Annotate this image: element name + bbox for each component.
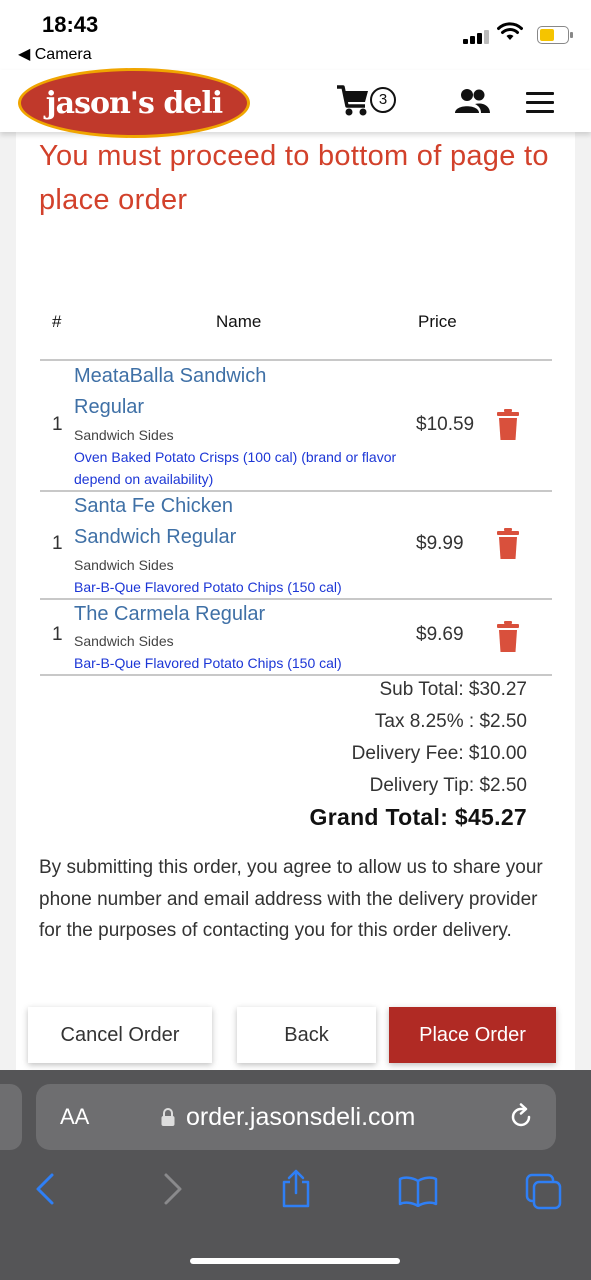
cart-icon[interactable] xyxy=(335,84,371,118)
delivery-fee: Delivery Fee: $10.00 xyxy=(351,743,527,764)
status-time: 18:43 xyxy=(42,12,99,37)
forward-arrow-icon[interactable] xyxy=(162,1172,184,1206)
cart-count-badge[interactable]: 3 xyxy=(370,87,396,113)
item-name-line: Santa Fe Chicken xyxy=(74,495,233,517)
reader-settings-button[interactable]: AA xyxy=(60,1104,89,1130)
item-price: $10.59 xyxy=(416,414,475,435)
url-text[interactable]: order.jasonsdeli.com xyxy=(186,1103,415,1132)
cancel-order-button[interactable]: Cancel Order xyxy=(28,1007,212,1063)
sides-label: Sandwich Sides xyxy=(74,427,174,443)
logo-text: jason's deli xyxy=(45,85,223,121)
sides-label: Sandwich Sides xyxy=(74,557,174,573)
order-warning-text: You must proceed to bottom of page to pl… xyxy=(39,140,549,216)
sides-label: Sandwich Sides xyxy=(74,633,174,649)
item-price: $9.99 xyxy=(416,533,464,554)
previous-tab-edge[interactable] xyxy=(0,1084,22,1150)
trash-icon[interactable] xyxy=(497,621,519,652)
item-name[interactable]: Santa Fe Chicken Sandwich Regular xyxy=(74,491,236,553)
item-price: $9.69 xyxy=(416,624,464,645)
back-app-label: Camera xyxy=(34,46,92,63)
sub-total: Sub Total: $30.27 xyxy=(379,679,527,700)
back-button[interactable]: Back xyxy=(237,1007,376,1063)
place-order-button[interactable]: Place Order xyxy=(389,1007,556,1063)
tabs-icon[interactable] xyxy=(524,1172,562,1210)
back-arrow-icon[interactable] xyxy=(34,1172,56,1206)
wifi-icon xyxy=(497,22,523,40)
item-quantity: 1 xyxy=(52,624,63,645)
bookmarks-icon[interactable] xyxy=(398,1175,438,1207)
item-quantity: 1 xyxy=(52,414,63,435)
sides-value: Bar-B-Que Flavored Potato Chips (150 cal… xyxy=(74,655,342,671)
item-name-line: The Carmela Regular xyxy=(74,603,266,625)
grand-total: Grand Total: $45.27 xyxy=(309,804,527,830)
lock-icon xyxy=(161,1108,175,1126)
hamburger-menu-icon[interactable] xyxy=(526,92,554,119)
cellular-signal-icon xyxy=(463,26,491,44)
disclaimer-text: By submitting this order, you agree to a… xyxy=(39,857,543,941)
account-icon[interactable] xyxy=(453,88,491,114)
column-header-name: Name xyxy=(216,312,262,331)
item-name-line: Sandwich Regular xyxy=(74,526,237,548)
reload-icon[interactable] xyxy=(508,1103,534,1131)
battery-icon xyxy=(537,26,573,44)
item-name[interactable]: The Carmela Regular xyxy=(74,599,265,630)
home-indicator[interactable] xyxy=(190,1258,400,1264)
item-name-line: Regular xyxy=(74,396,145,418)
item-quantity: 1 xyxy=(52,533,63,554)
column-header-price: Price xyxy=(418,312,457,331)
column-header-number: # xyxy=(52,312,62,331)
status-bar: 18:43 ◀ Camera xyxy=(0,0,591,70)
back-to-camera-link[interactable]: ◀ Camera xyxy=(18,44,92,64)
trash-icon[interactable] xyxy=(497,528,519,559)
delivery-tip: Delivery Tip: $2.50 xyxy=(369,775,527,796)
jasons-deli-logo[interactable]: jason's deli xyxy=(18,68,250,138)
table-divider xyxy=(40,674,552,676)
item-name[interactable]: MeataBalla Sandwich Regular xyxy=(74,361,266,423)
trash-icon[interactable] xyxy=(497,409,519,440)
item-name-line: MeataBalla Sandwich xyxy=(74,365,267,387)
tax: Tax 8.25% : $2.50 xyxy=(374,711,527,732)
share-icon[interactable] xyxy=(280,1168,312,1208)
sides-value: Oven Baked Potato Crisps (100 cal) (bran… xyxy=(74,449,397,487)
site-header: jason's deli 3 xyxy=(0,68,591,138)
sides-value: Bar-B-Que Flavored Potato Chips (150 cal… xyxy=(74,579,342,595)
